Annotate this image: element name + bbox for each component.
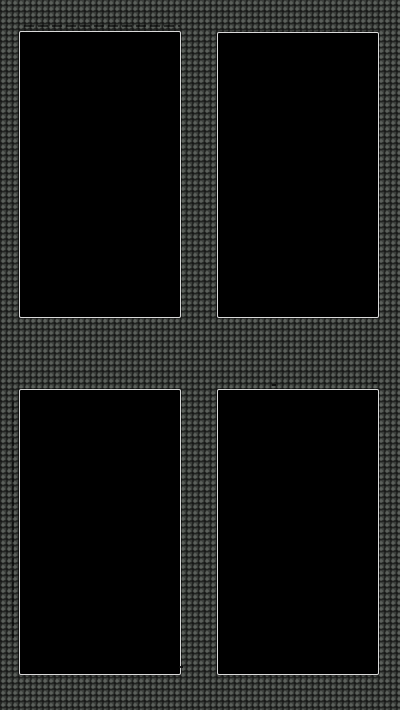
edge-speck-artifact: [272, 384, 276, 386]
blank-panel-4[interactable]: [217, 389, 379, 675]
edge-speck-artifact: [373, 382, 377, 384]
dashed-edge-artifact-left: [12, 398, 14, 638]
blank-panel-1[interactable]: [19, 31, 181, 318]
blank-panel-2[interactable]: [217, 32, 379, 318]
panel-grid: [0, 0, 400, 710]
blank-panel-3[interactable]: [19, 389, 181, 675]
dashed-edge-artifact-top: [24, 25, 180, 27]
